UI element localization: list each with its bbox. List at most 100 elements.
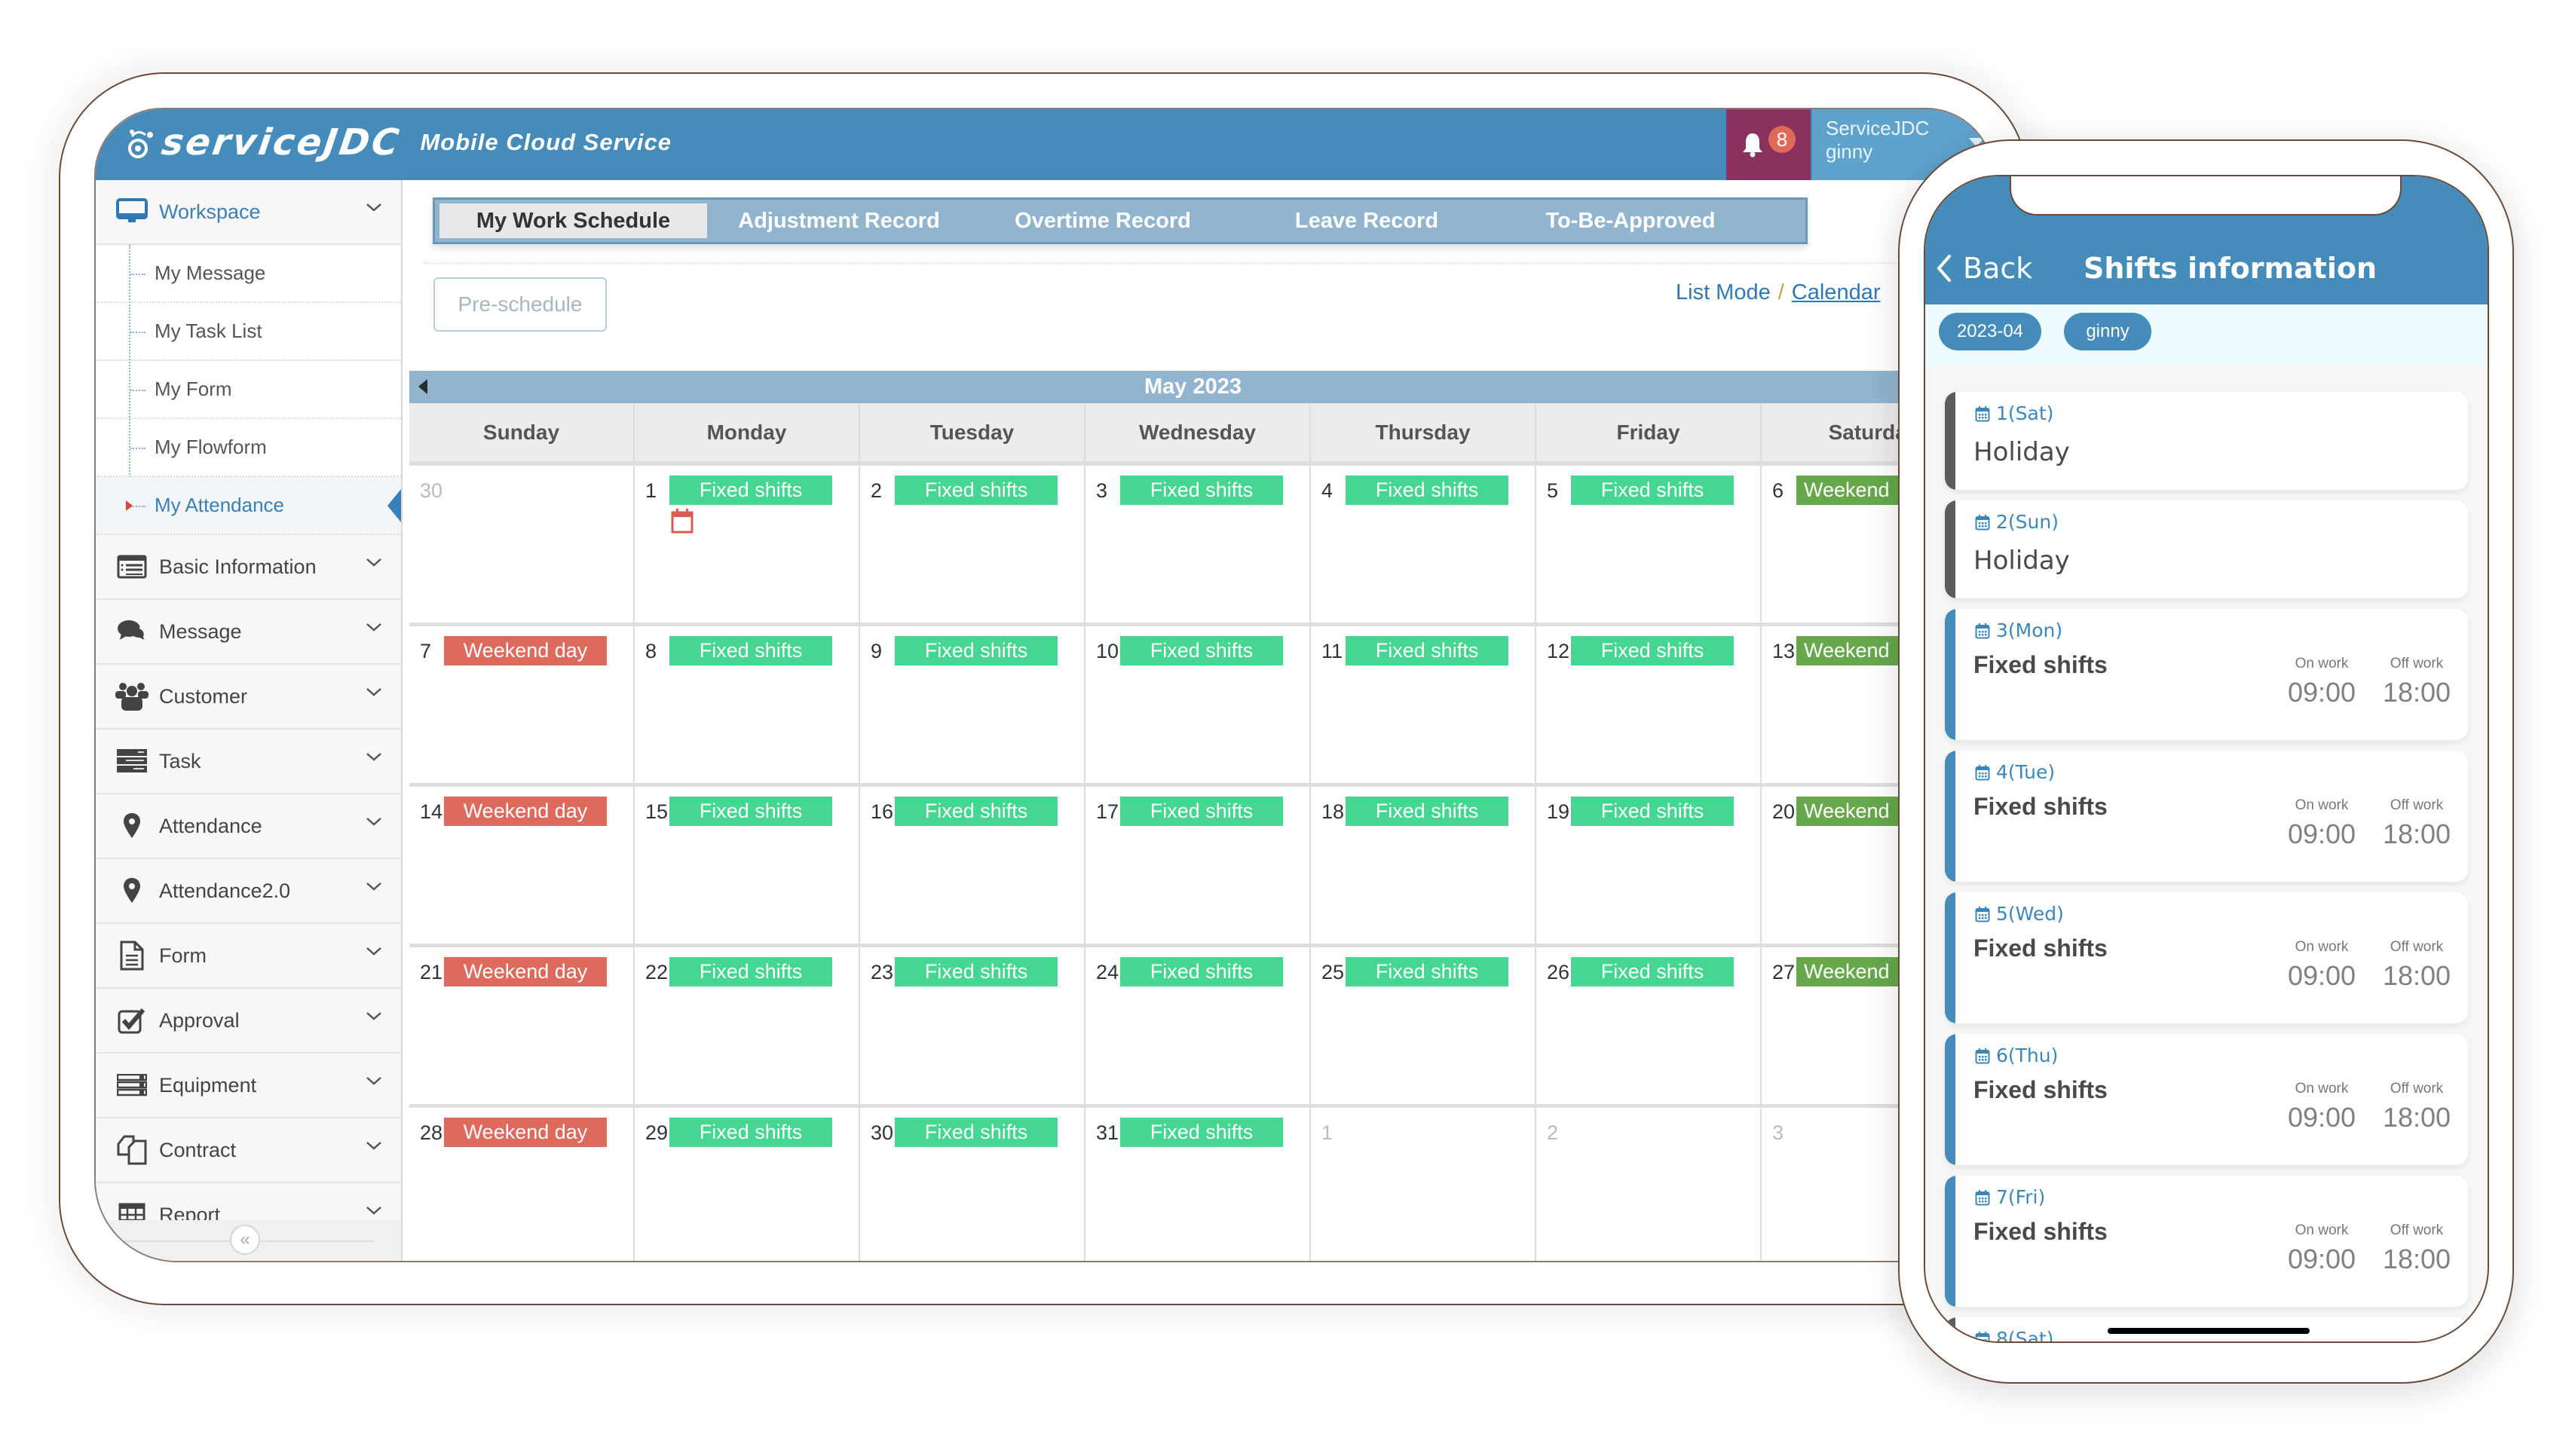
calendar-day-cell[interactable]: 31 Fixed shifts <box>1085 1108 1311 1261</box>
fixed-shift-tag[interactable]: Fixed shifts <box>895 636 1058 665</box>
list-mode-link[interactable]: List Mode <box>1676 280 1771 304</box>
tab-overtime-record[interactable]: Overtime Record <box>971 203 1235 238</box>
fixed-shift-tag[interactable]: Fixed shifts <box>895 1118 1058 1147</box>
sidebar-item-my-flowform[interactable]: My Flowform <box>96 419 401 477</box>
calendar-day-cell[interactable]: 5 Fixed shifts <box>1536 466 1762 622</box>
sidebar-group-approval[interactable]: Approval <box>96 989 401 1054</box>
calendar-day-cell[interactable]: 17 Fixed shifts <box>1085 787 1311 944</box>
fixed-shift-tag[interactable]: Fixed shifts <box>1346 476 1508 505</box>
fixed-shift-tag[interactable]: Fixed shifts <box>669 797 832 826</box>
sidebar-group-equipment[interactable]: Equipment <box>96 1054 401 1118</box>
fixed-shift-tag[interactable]: Fixed shifts <box>895 957 1058 986</box>
tab-my-work-schedule[interactable]: My Work Schedule <box>439 203 707 238</box>
sidebar-group-workspace[interactable]: Workspace <box>96 180 401 245</box>
calendar-day-cell[interactable]: 28 Weekend day <box>409 1108 635 1261</box>
calendar-day-cell[interactable]: 26 Fixed shifts <box>1536 947 1762 1104</box>
fixed-shift-tag[interactable]: Fixed shifts <box>1120 797 1283 826</box>
calendar-day-cell[interactable]: 18 Fixed shifts <box>1311 787 1536 944</box>
fixed-shift-tag[interactable]: Fixed shifts <box>1120 957 1283 986</box>
shift-card[interactable]: 3(Mon) Fixed shifts On work 09:00 Off work 18… <box>1945 609 2468 740</box>
tab-leave-record[interactable]: Leave Record <box>1235 203 1499 238</box>
sidebar-item-my-attendance[interactable]: My Attendance <box>96 477 401 535</box>
fixed-shift-tag[interactable]: Fixed shifts <box>895 476 1058 505</box>
calendar-day-cell[interactable]: 2 Fixed shifts <box>860 466 1085 622</box>
tab-adjustment-record[interactable]: Adjustment Record <box>707 203 971 238</box>
sidebar-item-my-message[interactable]: My Message <box>96 245 401 303</box>
calendar-day-cell[interactable]: 4 Fixed shifts <box>1311 466 1536 622</box>
fixed-shift-tag[interactable]: Fixed shifts <box>1571 797 1734 826</box>
sidebar-group-form[interactable]: Form <box>96 924 401 989</box>
calendar-event-icon[interactable] <box>671 508 694 537</box>
calendar-day-cell[interactable]: 23 Fixed shifts <box>860 947 1085 1104</box>
shift-card[interactable]: 2(Sun) Holiday <box>1945 500 2468 598</box>
calendar-day-cell[interactable]: 15 Fixed shifts <box>635 787 860 944</box>
calendar-day-cell[interactable]: 11 Fixed shifts <box>1311 626 1536 783</box>
calendar-day-cell[interactable]: 30 Fixed shifts <box>860 1108 1085 1261</box>
fixed-shift-tag[interactable]: Fixed shifts <box>1571 636 1734 665</box>
fixed-shift-tag[interactable]: Fixed shifts <box>1346 797 1508 826</box>
shift-card[interactable]: 5(Wed) Fixed shifts On work 09:00 Off work 18… <box>1945 892 2468 1023</box>
calendar-day-cell[interactable]: 10 Fixed shifts <box>1085 626 1311 783</box>
pre-schedule-button[interactable]: Pre-schedule <box>433 277 607 332</box>
fixed-shift-tag[interactable]: Fixed shifts <box>1571 476 1734 505</box>
notifications-button[interactable]: 8 <box>1726 109 1811 180</box>
sidebar-group-message[interactable]: Message <box>96 600 401 665</box>
fixed-shift-tag[interactable]: Fixed shifts <box>669 476 832 505</box>
calendar-day-cell[interactable]: 1 Fixed shifts <box>635 466 860 622</box>
back-button[interactable]: Back <box>1936 252 2032 285</box>
prev-month-arrow-icon[interactable] <box>418 379 427 394</box>
sidebar-item-my-form[interactable]: My Form <box>96 361 401 419</box>
sidebar-group-attendance[interactable]: Attendance <box>96 794 401 859</box>
month-chip[interactable]: 2023-04 <box>1939 313 2041 350</box>
calendar-day-cell[interactable]: 12 Fixed shifts <box>1536 626 1762 783</box>
weekend-day-tag[interactable]: Weekend day <box>444 1118 607 1147</box>
fixed-shift-tag[interactable]: Fixed shifts <box>669 1118 832 1147</box>
shift-card[interactable]: 6(Thu) Fixed shifts On work 09:00 Off work 18… <box>1945 1034 2468 1165</box>
tab-to-be-approved[interactable]: To-Be-Approved <box>1499 203 1762 238</box>
calendar-day-cell[interactable]: 2 <box>1536 1108 1762 1261</box>
shift-card[interactable]: 1(Sat) Holiday <box>1945 392 2468 490</box>
fixed-shift-tag[interactable]: Fixed shifts <box>1346 957 1508 986</box>
fixed-shift-tag[interactable]: Fixed shifts <box>669 636 832 665</box>
calendar-mode-link[interactable]: Calendar <box>1792 280 1881 304</box>
calendar-day-cell[interactable]: 21 Weekend day <box>409 947 635 1104</box>
sidebar-group-task[interactable]: Task <box>96 730 401 794</box>
calendar-day-cell[interactable]: 16 Fixed shifts <box>860 787 1085 944</box>
weekend-day-tag[interactable]: Weekend day <box>444 957 607 986</box>
chevron-down-icon <box>366 623 381 632</box>
calendar-day-cell[interactable]: 1 <box>1311 1108 1536 1261</box>
calendar-day-cell[interactable]: 25 Fixed shifts <box>1311 947 1536 1104</box>
brand-logo[interactable]: serviceJDC Mobile Cloud Service <box>124 121 672 164</box>
fixed-shift-tag[interactable]: Fixed shifts <box>1120 1118 1283 1147</box>
calendar-day-cell[interactable]: 8 Fixed shifts <box>635 626 860 783</box>
weekend-day-tag[interactable]: Weekend day <box>444 797 607 826</box>
fixed-shift-tag[interactable]: Fixed shifts <box>1571 957 1734 986</box>
fixed-shift-tag[interactable]: Fixed shifts <box>1346 636 1508 665</box>
sidebar-item-my-task-list[interactable]: My Task List <box>96 303 401 361</box>
calendar-day-cell[interactable]: 3 Fixed shifts <box>1085 466 1311 622</box>
collapse-sidebar-button[interactable]: « <box>230 1225 260 1255</box>
calendar-day-cell[interactable]: 7 Weekend day <box>409 626 635 783</box>
calendar-day-cell[interactable]: 19 Fixed shifts <box>1536 787 1762 944</box>
fixed-shift-tag[interactable]: Fixed shifts <box>895 797 1058 826</box>
weekday-header: Friday <box>1536 403 1762 461</box>
calendar-day-cell[interactable]: 14 Weekend day <box>409 787 635 944</box>
weekday-header: Sunday <box>409 403 635 461</box>
sidebar-group-basic-information[interactable]: Basic Information <box>96 535 401 600</box>
fixed-shift-tag[interactable]: Fixed shifts <box>1120 636 1283 665</box>
sidebar-group-customer[interactable]: Customer <box>96 665 401 730</box>
calendar-day-cell[interactable]: 30 <box>409 466 635 622</box>
fixed-shift-tag[interactable]: Fixed shifts <box>669 957 832 986</box>
sidebar-group-contract[interactable]: Contract <box>96 1118 401 1183</box>
sidebar-group-attendance2[interactable]: Attendance2.0 <box>96 859 401 924</box>
weekend-day-tag[interactable]: Weekend day <box>444 636 607 665</box>
calendar-day-cell[interactable]: 29 Fixed shifts <box>635 1108 860 1261</box>
user-chip[interactable]: ginny <box>2064 313 2151 350</box>
calendar-day-cell[interactable]: 24 Fixed shifts <box>1085 947 1311 1104</box>
calendar-day-cell[interactable]: 9 Fixed shifts <box>860 626 1085 783</box>
shift-card[interactable]: 7(Fri) Fixed shifts On work 09:00 Off work 18… <box>1945 1176 2468 1307</box>
shift-card[interactable]: 4(Tue) Fixed shifts On work 09:00 Off work 18… <box>1945 751 2468 882</box>
card-date-label: 3(Mon) <box>1996 619 2063 641</box>
fixed-shift-tag[interactable]: Fixed shifts <box>1120 476 1283 505</box>
calendar-day-cell[interactable]: 22 Fixed shifts <box>635 947 860 1104</box>
